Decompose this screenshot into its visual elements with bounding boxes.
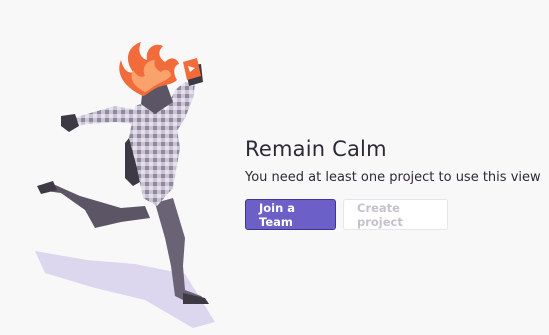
back-leg — [39, 184, 150, 228]
empty-state-page: Remain Calm You need at least one projec… — [0, 0, 549, 335]
back-arm — [73, 106, 137, 126]
create-project-button[interactable]: Create project — [343, 199, 448, 230]
running-person-illustration-icon — [35, 42, 215, 328]
ground-shadow — [35, 251, 215, 328]
empty-state-content: Remain Calm You need at least one projec… — [245, 135, 545, 230]
empty-state-message: You need at least one project to use thi… — [245, 170, 541, 185]
empty-state-actions: Join a Team Create project — [245, 199, 448, 230]
join-team-button[interactable]: Join a Team — [245, 199, 336, 230]
empty-state-title: Remain Calm — [245, 137, 387, 161]
flame-hair — [119, 42, 179, 96]
